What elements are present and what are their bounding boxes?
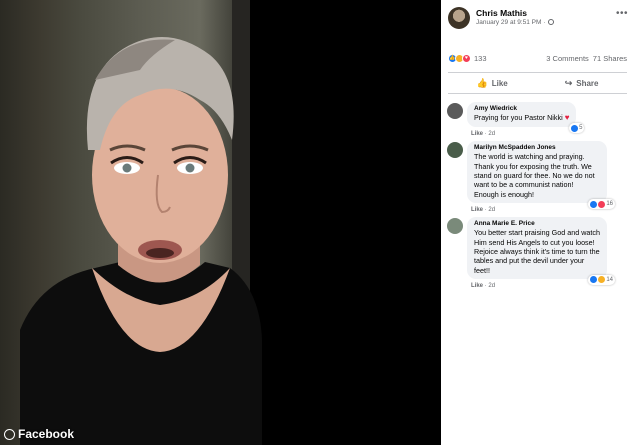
comment-item: Marilyn McSpadden Jones The world is wat… (447, 141, 628, 213)
facebook-logo-icon (4, 428, 15, 440)
video-frame-person (20, 0, 262, 445)
comment-bubble: Anna Marie E. Price You better start pra… (467, 217, 615, 285)
reactions-summary: 👍 ♥ 133 3 Comments 71 Shares (441, 48, 634, 68)
share-label: Share (576, 78, 599, 88)
reaction-icons[interactable]: 👍 ♥ (448, 53, 471, 63)
comment-text-row: Praying for you Pastor Nikki ♥ (474, 113, 569, 123)
comment-like-button[interactable]: Like (471, 207, 483, 213)
like-label: Like (491, 78, 508, 88)
comment-item: Anna Marie E. Price You better start pra… (447, 217, 628, 289)
shares-count[interactable]: 71 Shares (593, 54, 627, 63)
love-reaction-icon (598, 200, 606, 208)
like-reaction-icon (590, 200, 598, 208)
share-button[interactable]: ↪ Share (565, 78, 599, 89)
comment-text: You better start praising God and watch … (474, 228, 600, 275)
post-timestamp-row: January 29 at 9:51 PM · (476, 19, 554, 26)
like-reaction-icon (571, 124, 579, 132)
comment-bubble: Marilyn McSpadden Jones The world is wat… (467, 141, 615, 210)
comment-author[interactable]: Amy Wiedrick (474, 105, 569, 112)
comment-reactions[interactable]: 5 (569, 123, 585, 134)
author-avatar[interactable] (448, 6, 470, 29)
comment-text: Praying for you Pastor Nikki (474, 113, 563, 122)
comment-bubble: Amy Wiedrick Praying for you Pastor Nikk… (467, 102, 585, 134)
post-panel: Chris Mathis January 29 at 9:51 PM · •••… (441, 0, 634, 445)
comment-like-button[interactable]: Like (471, 131, 483, 137)
heart-icon: ♥ (564, 113, 570, 122)
comment-author[interactable]: Anna Marie E. Price (474, 220, 600, 227)
comment-age[interactable]: 2d (488, 207, 495, 213)
comment-avatar[interactable] (447, 218, 463, 235)
post-timestamp[interactable]: January 29 at 9:51 PM (476, 19, 541, 26)
like-reaction-icon (590, 276, 598, 284)
post-action-bar: 👍 Like ↪ Share (448, 72, 627, 94)
post-meta: Chris Mathis January 29 at 9:51 PM · (476, 8, 554, 26)
thumbs-up-icon: 👍 (476, 77, 488, 88)
comment-reaction-count: 14 (606, 276, 613, 283)
comments-list: Amy Wiedrick Praying for you Pastor Nikk… (441, 94, 634, 289)
comment-like-button[interactable]: Like (471, 283, 483, 289)
like-button[interactable]: 👍 Like (476, 78, 507, 89)
love-reaction-icon: ♥ (462, 53, 471, 63)
comments-count[interactable]: 3 Comments (546, 54, 589, 63)
comment-text: The world is watching and praying. Thank… (474, 152, 595, 199)
share-arrow-icon: ↪ (564, 77, 573, 88)
comment-item: Amy Wiedrick Praying for you Pastor Nikk… (447, 102, 628, 137)
post-counts: 3 Comments 71 Shares (546, 54, 627, 63)
post-author-name[interactable]: Chris Mathis (476, 8, 554, 18)
watermark-text: Facebook (18, 427, 75, 441)
more-options-icon[interactable]: ••• (616, 8, 628, 19)
comment-age[interactable]: 2d (488, 283, 495, 289)
reaction-count[interactable]: 133 (474, 54, 487, 63)
comment-avatar[interactable] (447, 142, 463, 159)
post-header: Chris Mathis January 29 at 9:51 PM · ••• (441, 0, 634, 30)
globe-icon (547, 19, 554, 26)
comment-reactions[interactable]: 14 (588, 274, 615, 285)
comment-actions: Like · 2d (471, 131, 496, 138)
comment-age[interactable]: 2d (488, 131, 495, 137)
comment-reaction-count: 16 (606, 201, 613, 208)
comment-avatar[interactable] (447, 103, 463, 119)
facebook-watermark: Facebook (4, 427, 74, 441)
video-player[interactable]: Facebook (0, 0, 441, 445)
comment-reaction-count: 5 (579, 125, 583, 132)
care-reaction-icon (598, 276, 606, 284)
comment-author[interactable]: Marilyn McSpadden Jones (474, 144, 600, 151)
comment-reactions[interactable]: 16 (588, 199, 615, 210)
